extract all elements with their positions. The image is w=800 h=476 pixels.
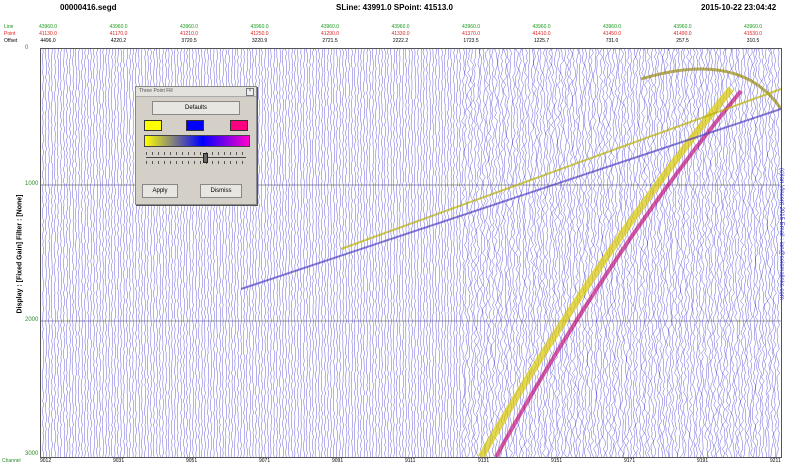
x-tick-label: 9051 <box>186 458 198 464</box>
header-point-value: 41210.0 <box>179 31 199 37</box>
y-tick-label: 0 <box>25 45 29 51</box>
header-line-value: 43960.0 <box>391 24 410 30</box>
datetime: 2015-10-22 23:04:42 <box>701 3 777 12</box>
fill-slider-thumb[interactable] <box>203 153 208 163</box>
header-offset-value: 310.5 <box>746 38 760 44</box>
header-offset-value: 4220.2 <box>110 38 127 44</box>
dialog-title-text: Three Point Fill <box>139 88 173 94</box>
color-swatch-high[interactable] <box>230 120 248 131</box>
header-point-value: 41130.0 <box>39 31 57 37</box>
header-point-value: 41250.0 <box>250 31 269 37</box>
defaults-button[interactable]: Defaults <box>152 101 240 115</box>
header-offset-value: 1225.7 <box>533 38 550 44</box>
header-line-value: 43960.0 <box>38 24 58 30</box>
header-point-value: 41170.0 <box>109 31 128 37</box>
header-offset-value: 257.5 <box>676 38 689 44</box>
y-tick-label: 1000 <box>25 181 39 187</box>
title-bar: 00000416.segd SLine: 43991.0 SPoint: 415… <box>0 0 800 14</box>
copyright-label: (c)Ian Vincent 2015 Email : ian@seismali… <box>778 168 784 300</box>
header-line-value: 43960.0 <box>250 24 269 30</box>
color-swatch-low[interactable] <box>144 120 162 131</box>
x-tick-label: 9111 <box>405 458 416 464</box>
x-tick-label: 9012 <box>40 458 52 464</box>
sline-spoint: SLine: 43991.0 SPoint: 41513.0 <box>336 3 453 12</box>
display-filter-label: Display : [Fixed Gain] Filter : [None] <box>16 194 24 314</box>
header-offset-value: 2721.5 <box>322 38 338 44</box>
header-point-value: 41530.0 <box>743 31 763 37</box>
header-point-value: 41330.0 <box>391 31 410 37</box>
x-tick-label: 9071 <box>259 458 271 464</box>
trace-header-rows: Line Point Offset 43960.0 41130.0 4496.0 43… <box>0 22 800 50</box>
header-line-value: 43960.0 <box>602 24 622 30</box>
header-offset-value: 1723.5 <box>463 38 479 44</box>
header-point-value: 41370.0 <box>461 31 481 37</box>
header-offset-value: 4496.0 <box>40 38 56 44</box>
x-tick-label: 9131 <box>478 458 490 464</box>
header-line-value: 43960.0 <box>179 24 199 30</box>
header-point-value: 41410.0 <box>532 31 551 37</box>
header-point-value: 41290.0 <box>320 31 340 37</box>
x-tick-label: 9031 <box>113 458 125 464</box>
close-icon[interactable]: × <box>246 88 254 96</box>
header-line-value: 43960.0 <box>673 24 692 30</box>
header-offset-value: 3720.5 <box>181 38 197 44</box>
channel-label: Channel <box>2 458 21 464</box>
y-tick-label: 3000 <box>25 451 39 457</box>
y-tick-label: 2000 <box>25 317 39 323</box>
header-line-value: 43960.0 <box>109 24 128 30</box>
x-tick-label: 9151 <box>551 458 563 464</box>
header-line-value: 43960.0 <box>743 24 763 30</box>
dismiss-button[interactable]: Dismiss <box>200 184 242 198</box>
color-swatch-mid[interactable] <box>186 120 204 131</box>
x-tick-label: 9191 <box>697 458 709 464</box>
fill-slider-track[interactable] <box>146 157 246 158</box>
seismic-display[interactable]: Three Point Fill × Defaults Apply Dismis… <box>40 48 782 458</box>
dialog-title: Three Point Fill × <box>136 87 256 97</box>
filename: 00000416.segd <box>60 3 117 12</box>
slider-ticks-bottom <box>146 161 246 164</box>
header-offset-value: 3220.9 <box>251 38 268 44</box>
x-tick-label: 9171 <box>624 458 636 464</box>
slider-ticks-top <box>146 152 246 155</box>
header-point-value: 41490.0 <box>673 31 692 37</box>
header-point-value: 41450.0 <box>602 31 622 37</box>
header-line-value: 43960.0 <box>320 24 340 30</box>
x-tick-label: 9211 <box>770 458 781 464</box>
header-line-value: 43960.0 <box>532 24 551 30</box>
three-point-fill-dialog: Three Point Fill × Defaults Apply Dismis… <box>135 86 257 205</box>
x-tick-label: 9091 <box>332 458 344 464</box>
apply-button[interactable]: Apply <box>142 184 178 198</box>
header-line-value: 43960.0 <box>461 24 481 30</box>
header-offset-value: 2222.2 <box>392 38 409 44</box>
color-gradient-bar <box>144 135 250 147</box>
header-offset-value: 731.0 <box>605 38 619 44</box>
